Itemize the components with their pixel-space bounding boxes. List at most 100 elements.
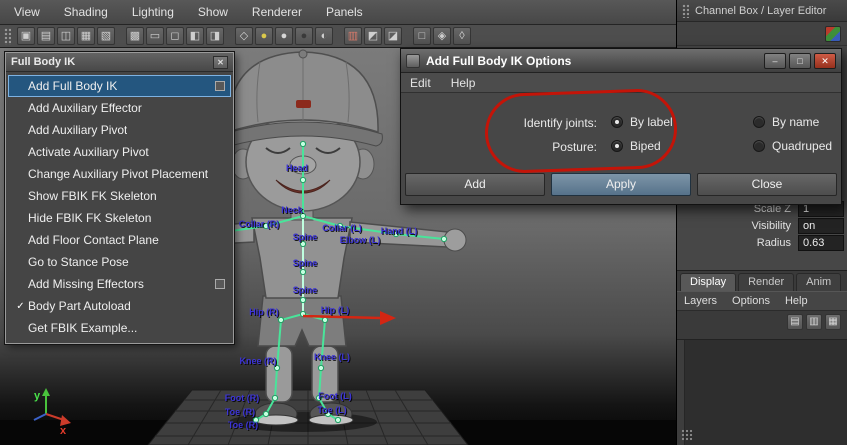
- lock-camera-icon[interactable]: ▤: [37, 27, 55, 45]
- menu-item-show-fbik-fk-skeleton[interactable]: Show FBIK FK Skeleton: [8, 185, 231, 207]
- use-all-lights-icon[interactable]: ●: [295, 27, 313, 45]
- channel-box-toolbar: [677, 22, 847, 46]
- joint-label-knee-r: Knee (R): [239, 356, 277, 366]
- menu-renderer[interactable]: Renderer: [252, 5, 302, 19]
- menu-item-label: Body Part Autoload: [28, 299, 131, 313]
- menu-item-add-floor-contact-plane[interactable]: Add Floor Contact Plane: [8, 229, 231, 251]
- dialog-titlebar[interactable]: Add Full Body IK Options – □ ✕: [401, 49, 841, 73]
- menu-view[interactable]: View: [14, 5, 40, 19]
- joint-label-toe-r: Toe (R): [227, 420, 259, 430]
- tab-anim[interactable]: Anim: [796, 273, 842, 291]
- panel-grip-icon[interactable]: [682, 3, 689, 18]
- menu-item-add-missing-effectors[interactable]: Add Missing Effectors: [8, 273, 231, 295]
- ground-grid: [147, 389, 469, 445]
- safe-action-icon[interactable]: ◨: [206, 27, 224, 45]
- radio-selected-icon[interactable]: [611, 140, 623, 152]
- joint-label-foot-l: Foot (L): [318, 391, 352, 401]
- gamma-icon[interactable]: ◈: [433, 27, 451, 45]
- menu-item-body-part-autoload[interactable]: ✓ Body Part Autoload: [8, 295, 231, 317]
- radio-selected-icon[interactable]: [611, 116, 623, 128]
- fbik-menu-titlebar[interactable]: Full Body IK ✕: [6, 53, 233, 72]
- image-plane-icon[interactable]: ▧: [97, 27, 115, 45]
- check-icon: ✓: [16, 300, 25, 312]
- close-icon[interactable]: ✕: [213, 55, 228, 69]
- joint-label-foot-r: Foot (R): [224, 393, 260, 403]
- menu-item-get-fbik-example[interactable]: Get FBIK Example...: [8, 317, 231, 339]
- menu-item-label: Hide FBIK FK Skeleton: [28, 211, 152, 225]
- maximize-button[interactable]: □: [789, 52, 811, 69]
- layer-menu-layers[interactable]: Layers: [684, 295, 717, 307]
- panel-grip-icon[interactable]: [4, 27, 11, 45]
- channel-value[interactable]: 0.63: [798, 234, 844, 251]
- menu-item-add-auxiliary-effector[interactable]: Add Auxiliary Effector: [8, 97, 231, 119]
- radio-option-quadruped[interactable]: Quadruped: [753, 139, 832, 153]
- channel-name[interactable]: Radius: [757, 237, 791, 249]
- new-empty-layer-icon[interactable]: ▦: [825, 314, 841, 330]
- bookmarks-icon[interactable]: ▦: [77, 27, 95, 45]
- new-layer-selected-icon[interactable]: ▥: [806, 314, 822, 330]
- channel-value[interactable]: on: [798, 217, 844, 234]
- joint-label-knee-l: Knee (L): [314, 352, 350, 362]
- radio-option-by-label[interactable]: By label: [611, 115, 673, 129]
- menu-item-label: Add Auxiliary Effector: [28, 101, 142, 115]
- menu-item-add-auxiliary-pivot[interactable]: Add Auxiliary Pivot: [8, 119, 231, 141]
- xray-joints-icon[interactable]: ◪: [384, 27, 402, 45]
- exposure-icon[interactable]: □: [413, 27, 431, 45]
- xray-icon[interactable]: ◩: [364, 27, 382, 45]
- layer-list[interactable]: [677, 339, 847, 445]
- menu-item-activate-auxiliary-pivot[interactable]: Activate Auxiliary Pivot: [8, 141, 231, 163]
- resolution-gate-icon[interactable]: ◻: [166, 27, 184, 45]
- close-button[interactable]: Close: [697, 173, 837, 196]
- layer-menu-options[interactable]: Options: [732, 295, 770, 307]
- minimize-button[interactable]: –: [764, 52, 786, 69]
- shaded-sphere-icon[interactable]: ●: [255, 27, 273, 45]
- shadows-icon[interactable]: ◐: [315, 27, 333, 45]
- menu-item-label: Add Floor Contact Plane: [28, 233, 159, 247]
- option-row-label: Posture:: [552, 140, 597, 154]
- persp-axis-icon[interactable]: [825, 25, 841, 42]
- menu-show[interactable]: Show: [198, 5, 228, 19]
- axis-y-label: y: [34, 390, 41, 402]
- menu-lighting[interactable]: Lighting: [132, 5, 174, 19]
- radio-option-biped[interactable]: Biped: [611, 139, 661, 153]
- textured-sphere-icon[interactable]: ●: [275, 27, 293, 45]
- tab-display[interactable]: Display: [680, 273, 737, 291]
- view-grid-icon[interactable]: ▩: [126, 27, 144, 45]
- add-button[interactable]: Add: [405, 173, 545, 196]
- dialog-menu-edit[interactable]: Edit: [410, 76, 431, 90]
- radio-icon[interactable]: [753, 116, 765, 128]
- layer-editor-menubar: Layers Options Help: [677, 291, 847, 311]
- menu-item-add-full-body-ik[interactable]: Add Full Body IK: [8, 75, 231, 97]
- menu-item-go-to-stance-pose[interactable]: Go to Stance Pose: [8, 251, 231, 273]
- select-camera-icon[interactable]: ▣: [17, 27, 35, 45]
- close-button[interactable]: ✕: [814, 52, 836, 69]
- channel-name[interactable]: Visibility: [751, 220, 791, 232]
- isolate-select-icon[interactable]: ▥: [344, 27, 362, 45]
- option-box-icon[interactable]: [215, 81, 225, 91]
- move-layer-up-icon[interactable]: ▤: [787, 314, 803, 330]
- layer-menu-help[interactable]: Help: [785, 295, 808, 307]
- joint-label-neck: Neck: [281, 205, 303, 215]
- tab-render[interactable]: Render: [738, 273, 795, 291]
- option-box-icon[interactable]: [215, 279, 225, 289]
- joint-label-toe-r: Toe (R): [224, 407, 256, 417]
- dialog-menu-help[interactable]: Help: [451, 76, 476, 90]
- option-row-label: Identify joints:: [523, 116, 597, 130]
- radio-icon[interactable]: [753, 140, 765, 152]
- menu-item-change-auxiliary-pivot-placement[interactable]: Change Auxiliary Pivot Placement: [8, 163, 231, 185]
- axis-x-label: x: [60, 425, 67, 437]
- joint-label-spine: Spine: [292, 232, 318, 242]
- apply-button[interactable]: Apply: [551, 173, 691, 196]
- menu-panels[interactable]: Panels: [326, 5, 363, 19]
- menu-shading[interactable]: Shading: [64, 5, 108, 19]
- channel-rows: Scale Z 1 Visibility on Radius 0.63: [681, 200, 844, 251]
- film-gate-icon[interactable]: ▭: [146, 27, 164, 45]
- view-transform-icon[interactable]: ◊: [453, 27, 471, 45]
- camera-attributes-icon[interactable]: ◫: [57, 27, 75, 45]
- fbik-menu-title: Full Body IK: [11, 56, 76, 68]
- radio-option-by-name[interactable]: By name: [753, 115, 819, 129]
- menu-item-hide-fbik-fk-skeleton[interactable]: Hide FBIK FK Skeleton: [8, 207, 231, 229]
- wireframe-icon[interactable]: ◇: [235, 27, 253, 45]
- fbik-options-dialog: Add Full Body IK Options – □ ✕ Edit Help Id…: [400, 48, 842, 205]
- gate-mask-icon[interactable]: ◧: [186, 27, 204, 45]
